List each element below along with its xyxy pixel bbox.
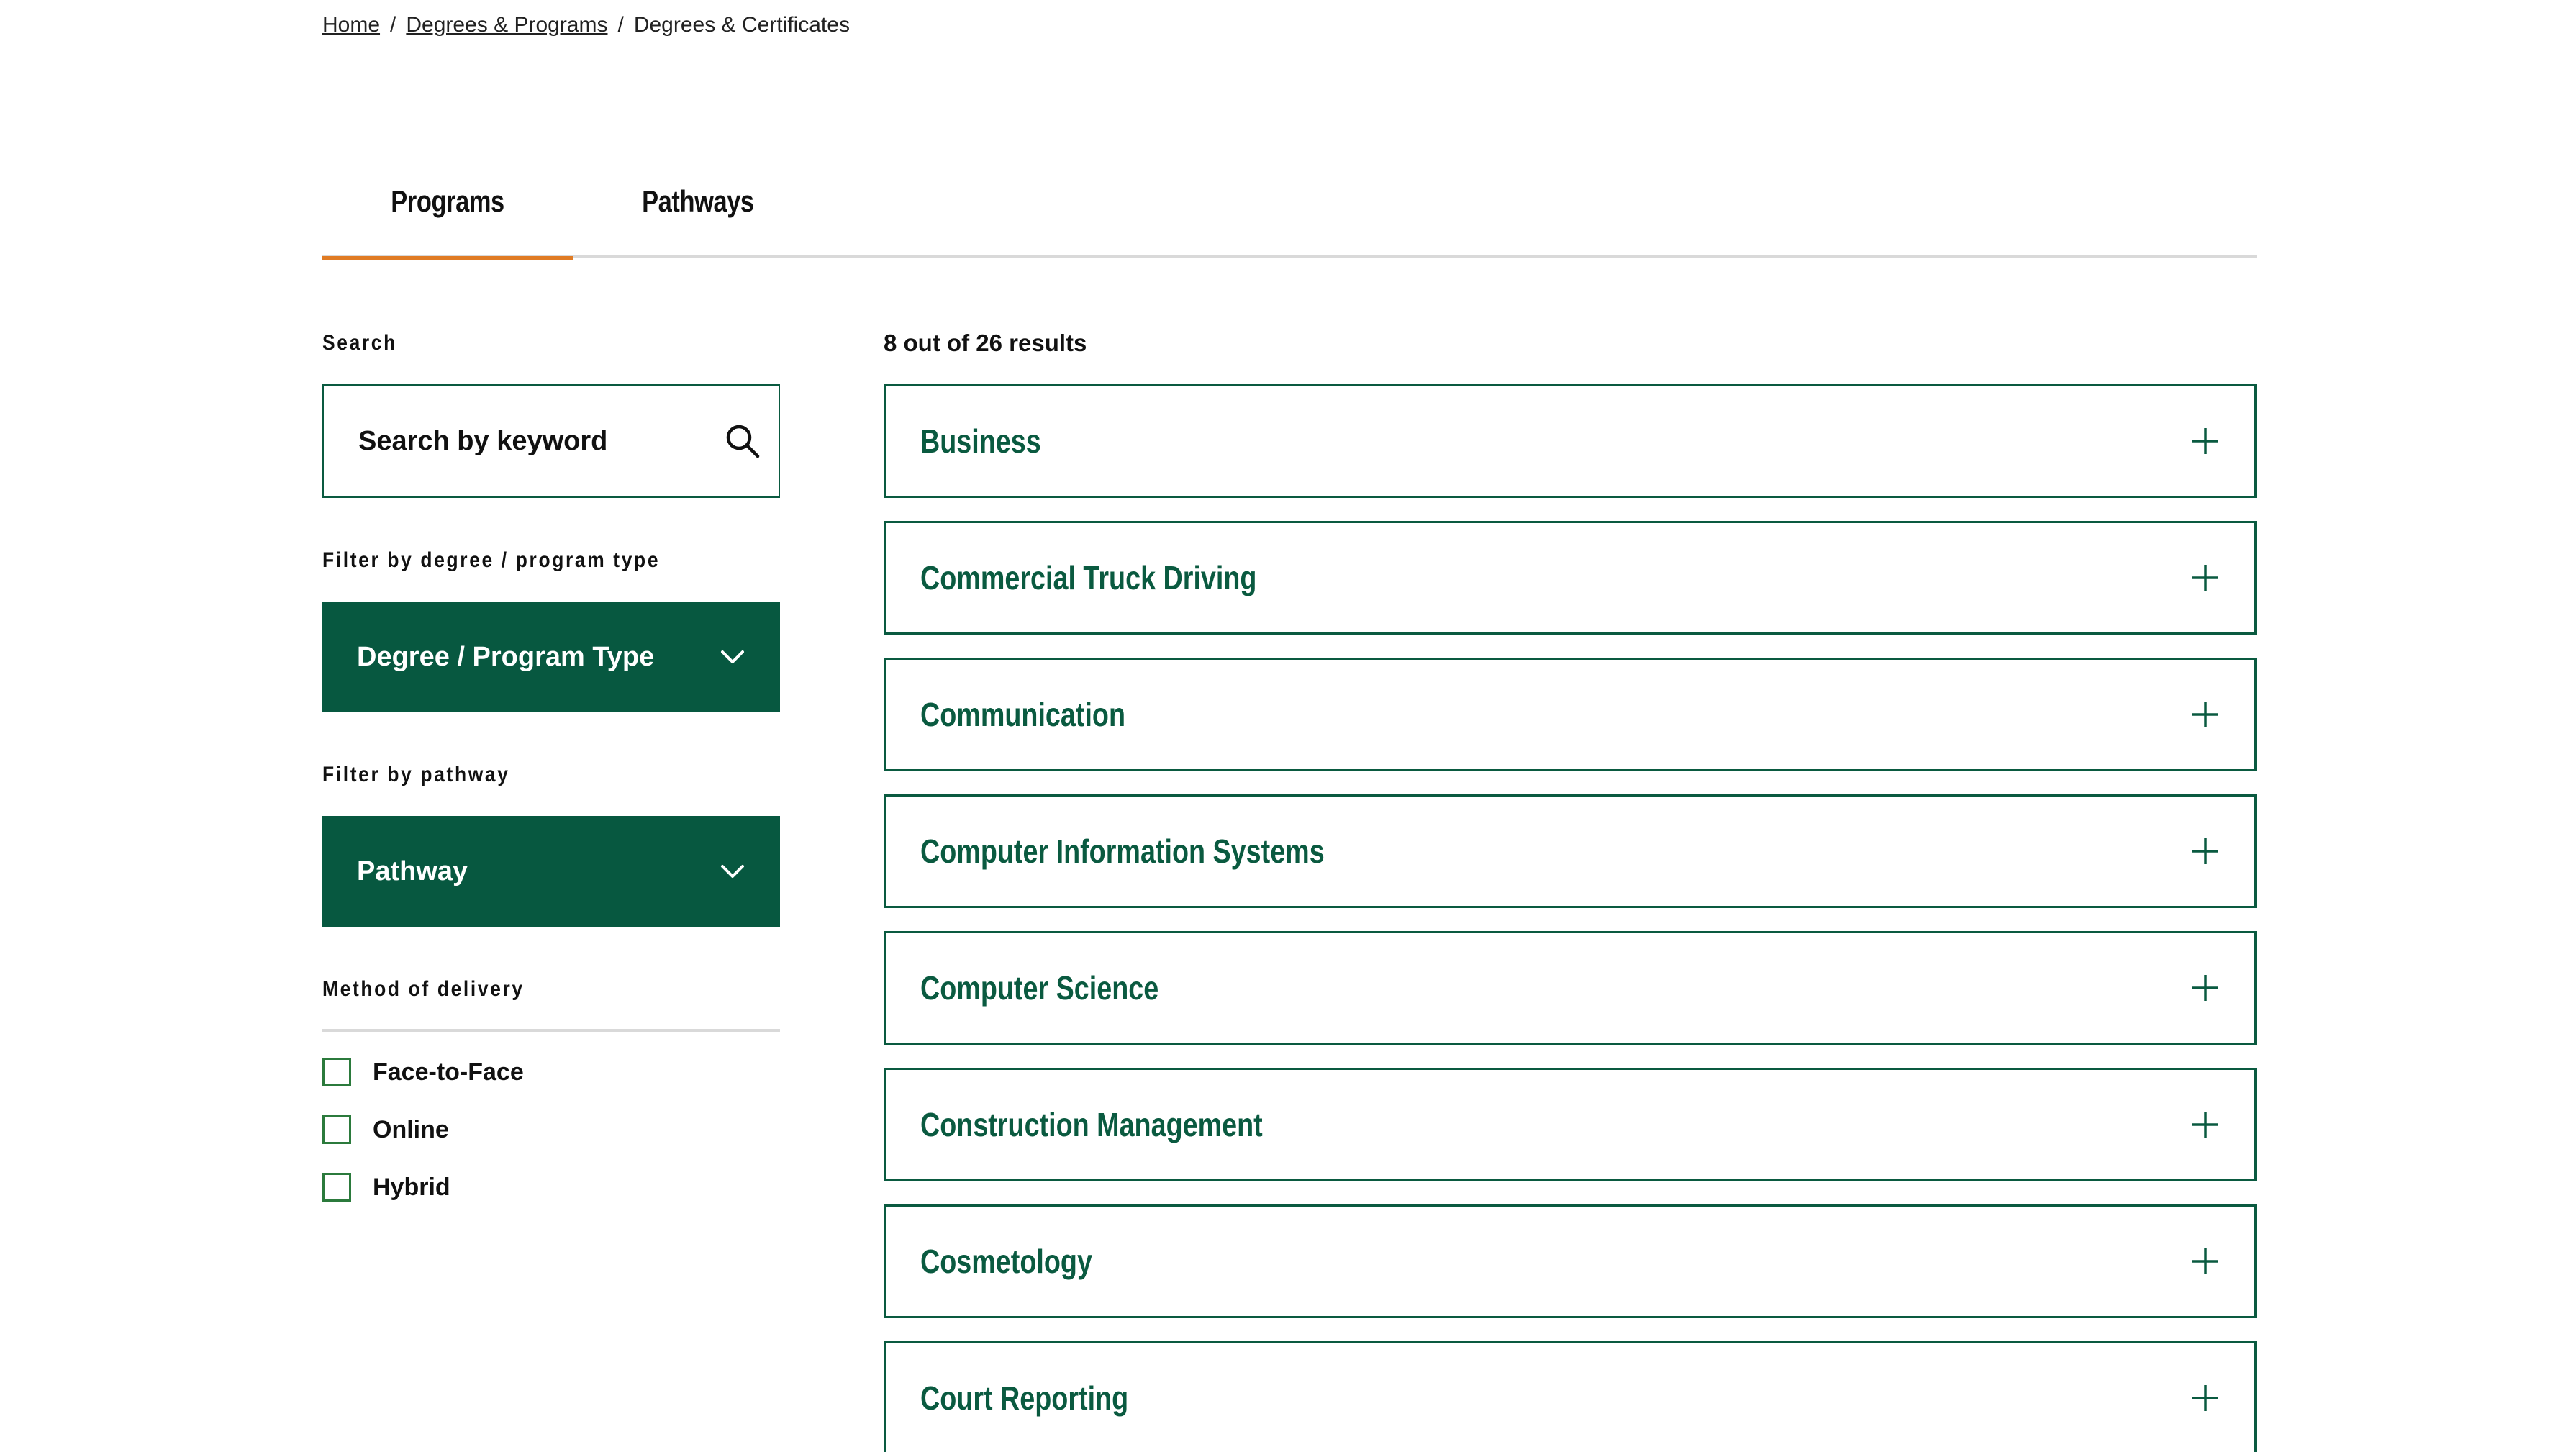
accordion-title: Cosmetology: [920, 1243, 1092, 1280]
accordion-item[interactable]: Court Reporting: [884, 1341, 2257, 1452]
plus-icon: [2190, 1245, 2221, 1277]
breadcrumb-separator: /: [617, 13, 624, 37]
tab-bar: Programs Pathways: [322, 164, 2257, 260]
accordion-title: Communication: [920, 696, 1126, 733]
pathway-filter-label: Filter by pathway: [322, 763, 510, 786]
plus-icon: [2190, 1382, 2221, 1414]
tab-programs[interactable]: Programs: [322, 184, 573, 260]
page: Home / Degrees & Programs / Degrees & Ce…: [0, 0, 2576, 1452]
delivery-option-online[interactable]: Online: [322, 1115, 449, 1144]
chevron-down-icon: [718, 857, 747, 886]
accordion-title: Commercial Truck Driving: [920, 559, 1257, 596]
delivery-option-hybrid[interactable]: Hybrid: [322, 1173, 450, 1202]
delivery-option-face-to-face[interactable]: Face-to-Face: [322, 1058, 524, 1086]
face-to-face-checkbox[interactable]: [322, 1058, 351, 1086]
degree-type-dropdown[interactable]: Degree / Program Type: [322, 602, 780, 712]
hybrid-label: Hybrid: [373, 1173, 450, 1201]
delivery-label: Method of delivery: [322, 977, 525, 1001]
plus-icon: [2190, 835, 2221, 867]
online-checkbox[interactable]: [322, 1115, 351, 1144]
tab-pathways-label: Pathways: [642, 184, 754, 218]
accordion-item[interactable]: Construction Management: [884, 1068, 2257, 1181]
hybrid-checkbox[interactable]: [322, 1173, 351, 1202]
accordion-title: Construction Management: [920, 1106, 1263, 1143]
face-to-face-label: Face-to-Face: [373, 1058, 524, 1086]
degree-type-dropdown-value: Degree / Program Type: [357, 641, 655, 672]
plus-icon: [2190, 1109, 2221, 1140]
tab-programs-label: Programs: [391, 184, 504, 218]
accordion-item[interactable]: Commercial Truck Driving: [884, 521, 2257, 635]
plus-icon: [2190, 699, 2221, 730]
plus-icon: [2190, 562, 2221, 594]
breadcrumb-current: Degrees & Certificates: [633, 13, 850, 37]
accordion-title: Business: [920, 422, 1041, 460]
search-label: Search: [322, 331, 397, 355]
plus-icon: [2190, 972, 2221, 1004]
search-input[interactable]: [358, 425, 724, 457]
online-label: Online: [373, 1115, 449, 1143]
accordion-item[interactable]: Computer Information Systems: [884, 794, 2257, 908]
accordion-item[interactable]: Computer Science: [884, 931, 2257, 1045]
accordion-item[interactable]: Communication: [884, 658, 2257, 771]
chevron-down-icon: [718, 643, 747, 671]
breadcrumb-degrees-programs-link[interactable]: Degrees & Programs: [406, 13, 607, 37]
accordion-title: Computer Science: [920, 969, 1159, 1007]
results-count: 8 out of 26 results: [884, 330, 1087, 356]
tab-pathways[interactable]: Pathways: [573, 184, 823, 258]
breadcrumb-separator: /: [390, 13, 396, 37]
accordion-title: Court Reporting: [920, 1379, 1129, 1417]
accordion-title: Computer Information Systems: [920, 832, 1325, 870]
pathway-dropdown[interactable]: Pathway: [322, 816, 780, 927]
plus-icon: [2190, 425, 2221, 457]
accordion-item[interactable]: Cosmetology: [884, 1204, 2257, 1318]
degree-filter-label: Filter by degree / program type: [322, 548, 661, 572]
search-icon[interactable]: [724, 421, 761, 461]
pathway-dropdown-value: Pathway: [357, 856, 468, 886]
breadcrumb: Home / Degrees & Programs / Degrees & Ce…: [322, 13, 850, 37]
breadcrumb-home-link[interactable]: Home: [322, 13, 380, 37]
delivery-divider: [322, 1029, 780, 1032]
search-field: [322, 384, 780, 498]
accordion-item[interactable]: Business: [884, 384, 2257, 498]
